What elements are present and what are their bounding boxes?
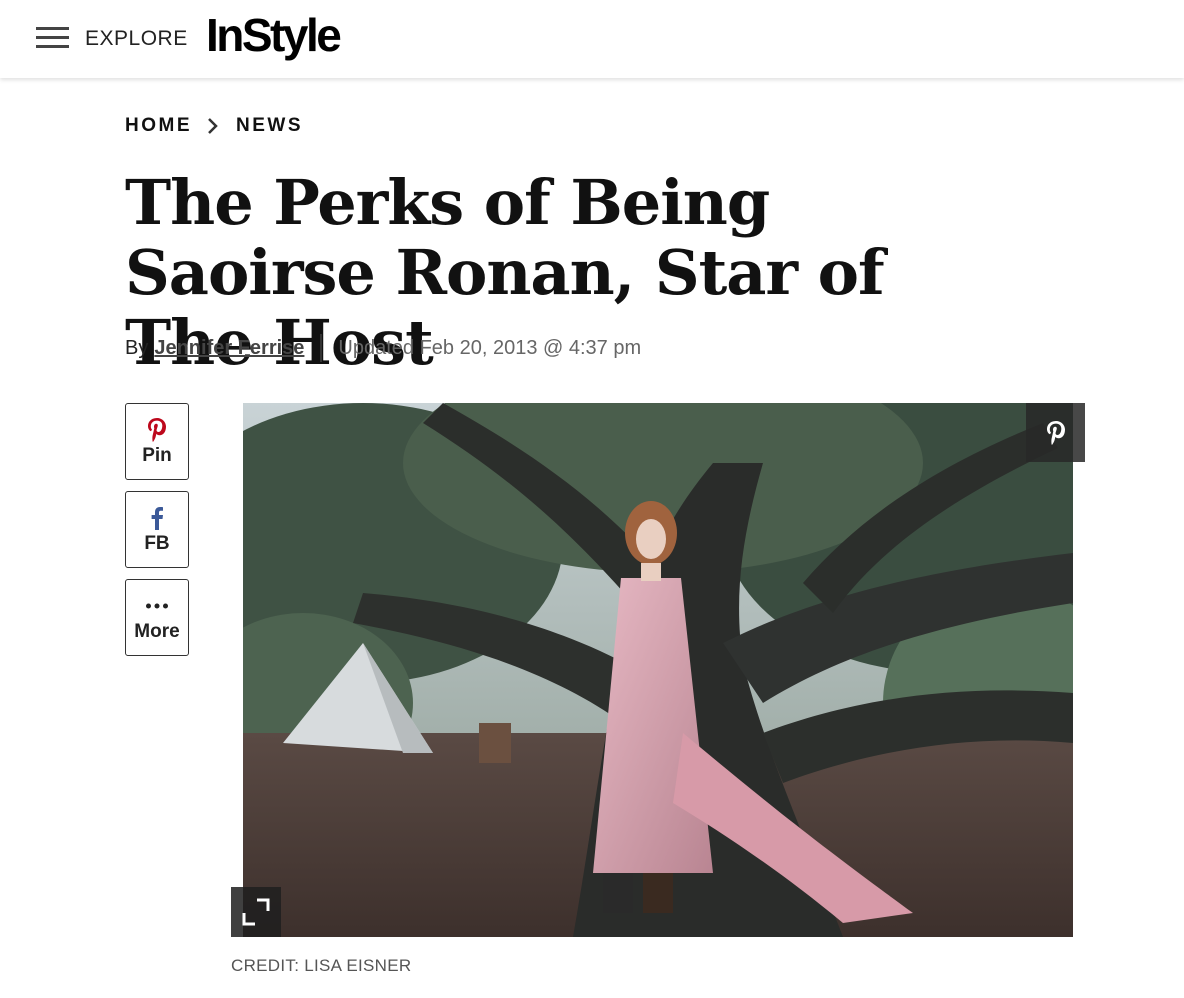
pinterest-icon [146, 417, 168, 443]
pinterest-icon[interactable] [1026, 403, 1085, 462]
facebook-icon [150, 505, 164, 531]
updated-date: Updated Feb 20, 2013 @ 4:37 pm [338, 336, 642, 359]
instyle-logo[interactable]: InStyle [206, 8, 342, 62]
author-link[interactable]: Jennifer Ferrise [154, 337, 304, 360]
more-share-button[interactable]: More [125, 579, 189, 656]
pin-share-button[interactable]: Pin [125, 403, 189, 480]
top-navigation-bar: EXPLORE InStyle [0, 0, 1184, 78]
more-dots-icon [145, 593, 169, 619]
fb-label: FB [144, 532, 170, 554]
breadcrumb: HOME NEWS [125, 115, 303, 137]
image-credit: CREDIT: LISA EISNER [231, 956, 412, 975]
by-label: By [125, 336, 149, 359]
facebook-share-button[interactable]: FB [125, 491, 189, 568]
breadcrumb-home-link[interactable]: HOME [125, 115, 192, 137]
breadcrumb-news-link[interactable]: NEWS [236, 115, 303, 137]
more-label: More [134, 620, 180, 642]
byline-divider [320, 334, 323, 362]
explore-label[interactable]: EXPLORE [85, 27, 188, 51]
chevron-right-icon [194, 116, 234, 136]
pin-label: Pin [142, 444, 172, 466]
article-hero-image[interactable] [243, 403, 1073, 937]
byline: By Jennifer Ferrise Updated Feb 20, 2013… [125, 334, 641, 362]
hamburger-menu-icon[interactable] [36, 27, 69, 49]
expand-icon[interactable] [231, 887, 281, 937]
